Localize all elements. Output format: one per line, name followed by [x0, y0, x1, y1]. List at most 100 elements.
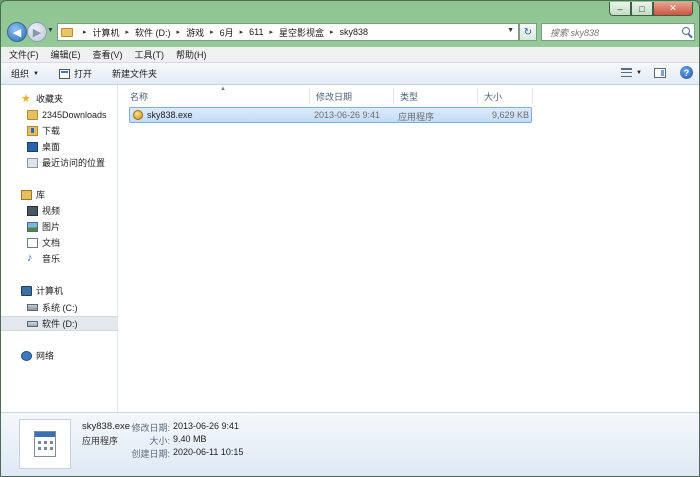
window-controls: – □ ✕ [609, 2, 693, 16]
column-header-name[interactable]: 名称 ▲ [124, 86, 310, 104]
desktop-icon [27, 141, 38, 152]
column-header-size[interactable]: 大小 [478, 88, 533, 104]
nav-libraries[interactable]: 库 [1, 187, 118, 202]
nav-label: 计算机 [36, 286, 64, 296]
nav-label: 最近访问的位置 [42, 158, 106, 168]
menu-view[interactable]: 查看(V) [93, 48, 123, 61]
view-options-dropdown[interactable]: ▼ [636, 70, 642, 76]
nav-item-2345downloads[interactable]: 2345Downloads [1, 107, 118, 122]
breadcrumb-separator[interactable]: ▸ [177, 28, 181, 36]
back-button[interactable]: ◀ [7, 22, 27, 42]
breadcrumb-item[interactable]: 611 [249, 27, 263, 37]
nav-item-documents[interactable]: 文档 [1, 235, 118, 250]
organize-button[interactable]: 组织 ▼ [1, 63, 49, 85]
nav-computer[interactable]: 计算机 [1, 283, 118, 298]
breadcrumb-separator[interactable]: ▸ [210, 28, 214, 36]
preview-pane-icon[interactable] [654, 67, 666, 78]
nav-item-drive-c[interactable]: 系统 (C:) [1, 300, 118, 315]
close-button[interactable]: ✕ [653, 2, 693, 16]
nav-item-pictures[interactable]: 图片 [1, 219, 118, 234]
organize-label: 组织 [11, 69, 30, 79]
menu-help[interactable]: 帮助(H) [176, 48, 207, 61]
breadcrumb-separator[interactable]: ▸ [240, 28, 244, 36]
minimize-button[interactable]: – [609, 2, 631, 16]
search-box[interactable] [541, 23, 695, 41]
details-value: 2020-06-11 10:15 [173, 447, 244, 457]
nav-label: 网络 [36, 351, 55, 361]
maximize-button[interactable]: □ [631, 2, 653, 16]
recent-places-icon [27, 157, 38, 168]
breadcrumb-item[interactable]: 软件 (D:) [135, 26, 171, 39]
nav-label: 收藏夹 [36, 94, 64, 104]
breadcrumb-separator[interactable]: ▸ [269, 28, 273, 36]
nav-network[interactable]: 网络 [1, 348, 118, 363]
drive-icon [27, 320, 38, 327]
breadcrumb-separator[interactable]: ▸ [126, 28, 130, 36]
open-button[interactable]: 打开 [49, 63, 102, 85]
column-header-modified[interactable]: 修改日期 [310, 88, 394, 104]
nav-label: 下载 [42, 126, 61, 136]
file-thumbnail [19, 419, 71, 469]
chevron-down-icon: ▼ [507, 27, 514, 34]
menu-tools[interactable]: 工具(T) [135, 48, 165, 61]
search-input[interactable] [548, 25, 682, 41]
breadcrumb-item[interactable]: 6月 [220, 26, 234, 39]
column-label: 大小 [484, 91, 503, 102]
table-row[interactable]: sky838.exe 2013-06-26 9:41 应用程序 9,629 KB [129, 107, 532, 123]
address-bar[interactable]: ▸ 计算机 ▸ 软件 (D:) ▸ 游戏 ▸ 6月 ▸ 611 ▸ 星空影视盒 … [57, 23, 519, 41]
details-label: 修改日期: [131, 423, 170, 433]
navigation-pane: ★ 收藏夹 2345Downloads 下载 桌面 最近访问的位置 库 视频 图… [1, 85, 118, 412]
search-icon[interactable] [682, 27, 690, 35]
breadcrumb-item[interactable]: 星空影视盒 [279, 26, 324, 39]
nav-item-drive-d[interactable]: 软件 (D:) [1, 316, 118, 331]
nav-favorites[interactable]: ★ 收藏夹 [1, 91, 118, 106]
nav-label: 2345Downloads [42, 109, 107, 120]
details-file-type: 应用程序 [82, 436, 119, 446]
new-folder-button[interactable]: 新建文件夹 [102, 63, 167, 85]
drive-icon [27, 304, 38, 311]
open-icon [58, 68, 70, 79]
downloads-folder-icon [27, 125, 38, 136]
file-name: sky838.exe [147, 110, 193, 120]
nav-label: 软件 (D:) [42, 319, 78, 329]
star-icon: ★ [21, 92, 31, 105]
menu-bar: 文件(F) 编辑(E) 查看(V) 工具(T) 帮助(H) [1, 47, 699, 63]
details-label: 创建日期: [131, 449, 170, 459]
nav-item-videos[interactable]: 视频 [1, 203, 118, 218]
menu-file[interactable]: 文件(F) [9, 48, 39, 61]
help-icon[interactable]: ? [680, 66, 693, 79]
nav-item-recent-places[interactable]: 最近访问的位置 [1, 155, 118, 170]
arrow-right-icon: ▶ [32, 26, 42, 39]
breadcrumb-item[interactable]: 游戏 [186, 26, 204, 39]
details-modified-row: 修改日期: 2013-06-26 9:41 [130, 421, 239, 434]
document-icon [27, 237, 38, 248]
nav-label: 库 [36, 190, 46, 200]
breadcrumb-item[interactable]: 计算机 [93, 26, 120, 39]
address-history-dropdown[interactable]: ▼ [507, 27, 514, 34]
forward-button[interactable]: ▶ [27, 22, 47, 42]
file-list: 名称 ▲ 修改日期 类型 大小 sky838.exe 2013-06-26 9:… [118, 85, 699, 412]
menu-edit[interactable]: 编辑(E) [51, 48, 81, 61]
refresh-button[interactable]: ↻ [519, 23, 537, 41]
nav-item-music[interactable]: ♪ 音乐 [1, 251, 118, 266]
nav-label: 视频 [42, 206, 61, 216]
breadcrumb: ▸ 计算机 ▸ 软件 (D:) ▸ 游戏 ▸ 6月 ▸ 611 ▸ 星空影视盒 … [77, 26, 368, 39]
nav-item-desktop[interactable]: 桌面 [1, 139, 118, 154]
application-icon [133, 110, 143, 120]
new-folder-label: 新建文件夹 [111, 69, 157, 79]
folder-icon [61, 27, 73, 37]
details-value: 9.40 MB [173, 434, 207, 444]
file-type: 应用程序 [398, 112, 435, 122]
breadcrumb-separator[interactable]: ▸ [83, 28, 87, 36]
nav-item-downloads[interactable]: 下载 [1, 123, 118, 138]
recent-pages-dropdown[interactable]: ▼ [47, 27, 54, 34]
breadcrumb-item[interactable]: sky838 [340, 27, 369, 37]
network-icon [21, 350, 32, 361]
breadcrumb-separator[interactable]: ▸ [330, 28, 334, 36]
sort-ascending-icon: ▲ [220, 86, 226, 92]
view-details-icon[interactable] [621, 68, 633, 77]
picture-icon [27, 221, 38, 232]
file-modified: 2013-06-26 9:41 [314, 110, 381, 120]
column-header-type[interactable]: 类型 [394, 88, 478, 104]
navigation-row: ◀ ▶ ▼ ▸ 计算机 ▸ 软件 (D:) ▸ 游戏 ▸ 6月 ▸ 611 ▸ … [5, 21, 695, 45]
